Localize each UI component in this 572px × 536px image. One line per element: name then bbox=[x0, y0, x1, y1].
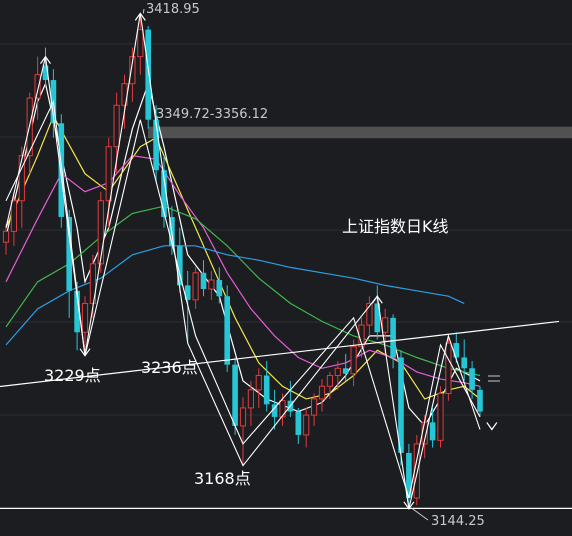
candle-body-up bbox=[247, 389, 255, 409]
candle-body-down bbox=[216, 280, 223, 297]
candle-body-down bbox=[429, 422, 436, 441]
candle-body-up bbox=[311, 398, 318, 416]
candle-body-up bbox=[2, 230, 10, 243]
candle-body-up bbox=[113, 104, 120, 148]
gap-label: 3349.72-3356.12 bbox=[156, 107, 268, 122]
candle-body-up bbox=[255, 374, 262, 391]
candle-body-down bbox=[390, 317, 396, 358]
candle-body-down bbox=[153, 119, 159, 171]
candle-body-up bbox=[137, 29, 144, 58]
candle-body-up bbox=[239, 407, 247, 427]
candle-body-down bbox=[200, 272, 207, 290]
candle-body-down bbox=[263, 375, 270, 405]
point-label-3236: 3236点 bbox=[141, 358, 198, 377]
low-label: 3144.25 bbox=[431, 514, 485, 529]
candle-body-up bbox=[279, 400, 286, 418]
candle-body-up bbox=[437, 393, 444, 441]
chart-title: 上证指数日K线 bbox=[342, 217, 449, 236]
candle-body-up bbox=[382, 317, 389, 333]
candle-body-down bbox=[342, 368, 349, 374]
candle-body-up bbox=[105, 146, 112, 202]
candle-body-down bbox=[232, 364, 238, 426]
point-label-3229: 3229点 bbox=[44, 366, 101, 385]
candle-body-down bbox=[224, 296, 230, 365]
candle-body-up bbox=[303, 414, 310, 436]
candle-body-up bbox=[208, 279, 215, 290]
candle-body-up bbox=[18, 155, 25, 202]
candle-body-up bbox=[10, 200, 17, 232]
candle-body-up bbox=[81, 302, 89, 333]
candle-body-down bbox=[58, 123, 65, 217]
candle-body-up bbox=[318, 385, 326, 400]
candle-body-down bbox=[398, 357, 404, 453]
candle-body-down bbox=[477, 389, 483, 412]
candle-body-up bbox=[334, 367, 341, 376]
point-label-3168: 3168点 bbox=[194, 469, 251, 488]
high-label: 3418.95 bbox=[146, 2, 200, 17]
candle-body-down bbox=[295, 411, 302, 435]
candle-body-down bbox=[145, 29, 151, 120]
candle-body-down bbox=[461, 357, 467, 369]
candlestick-chart: 3418.95 3349.72-3356.12 上证指数日K线 3229点 32… bbox=[0, 0, 572, 536]
candle-body-up bbox=[34, 74, 41, 99]
gap-band bbox=[148, 126, 572, 139]
candle-body-down bbox=[469, 368, 475, 390]
candle-body-up bbox=[326, 374, 333, 387]
candle-body-down bbox=[453, 343, 460, 358]
high-pointer bbox=[142, 8, 145, 14]
gap-zone bbox=[148, 126, 572, 139]
candle-body-up bbox=[350, 346, 357, 375]
candle-body-up bbox=[192, 272, 199, 301]
candle-body-up bbox=[97, 200, 104, 265]
candle-body-up bbox=[445, 342, 452, 395]
